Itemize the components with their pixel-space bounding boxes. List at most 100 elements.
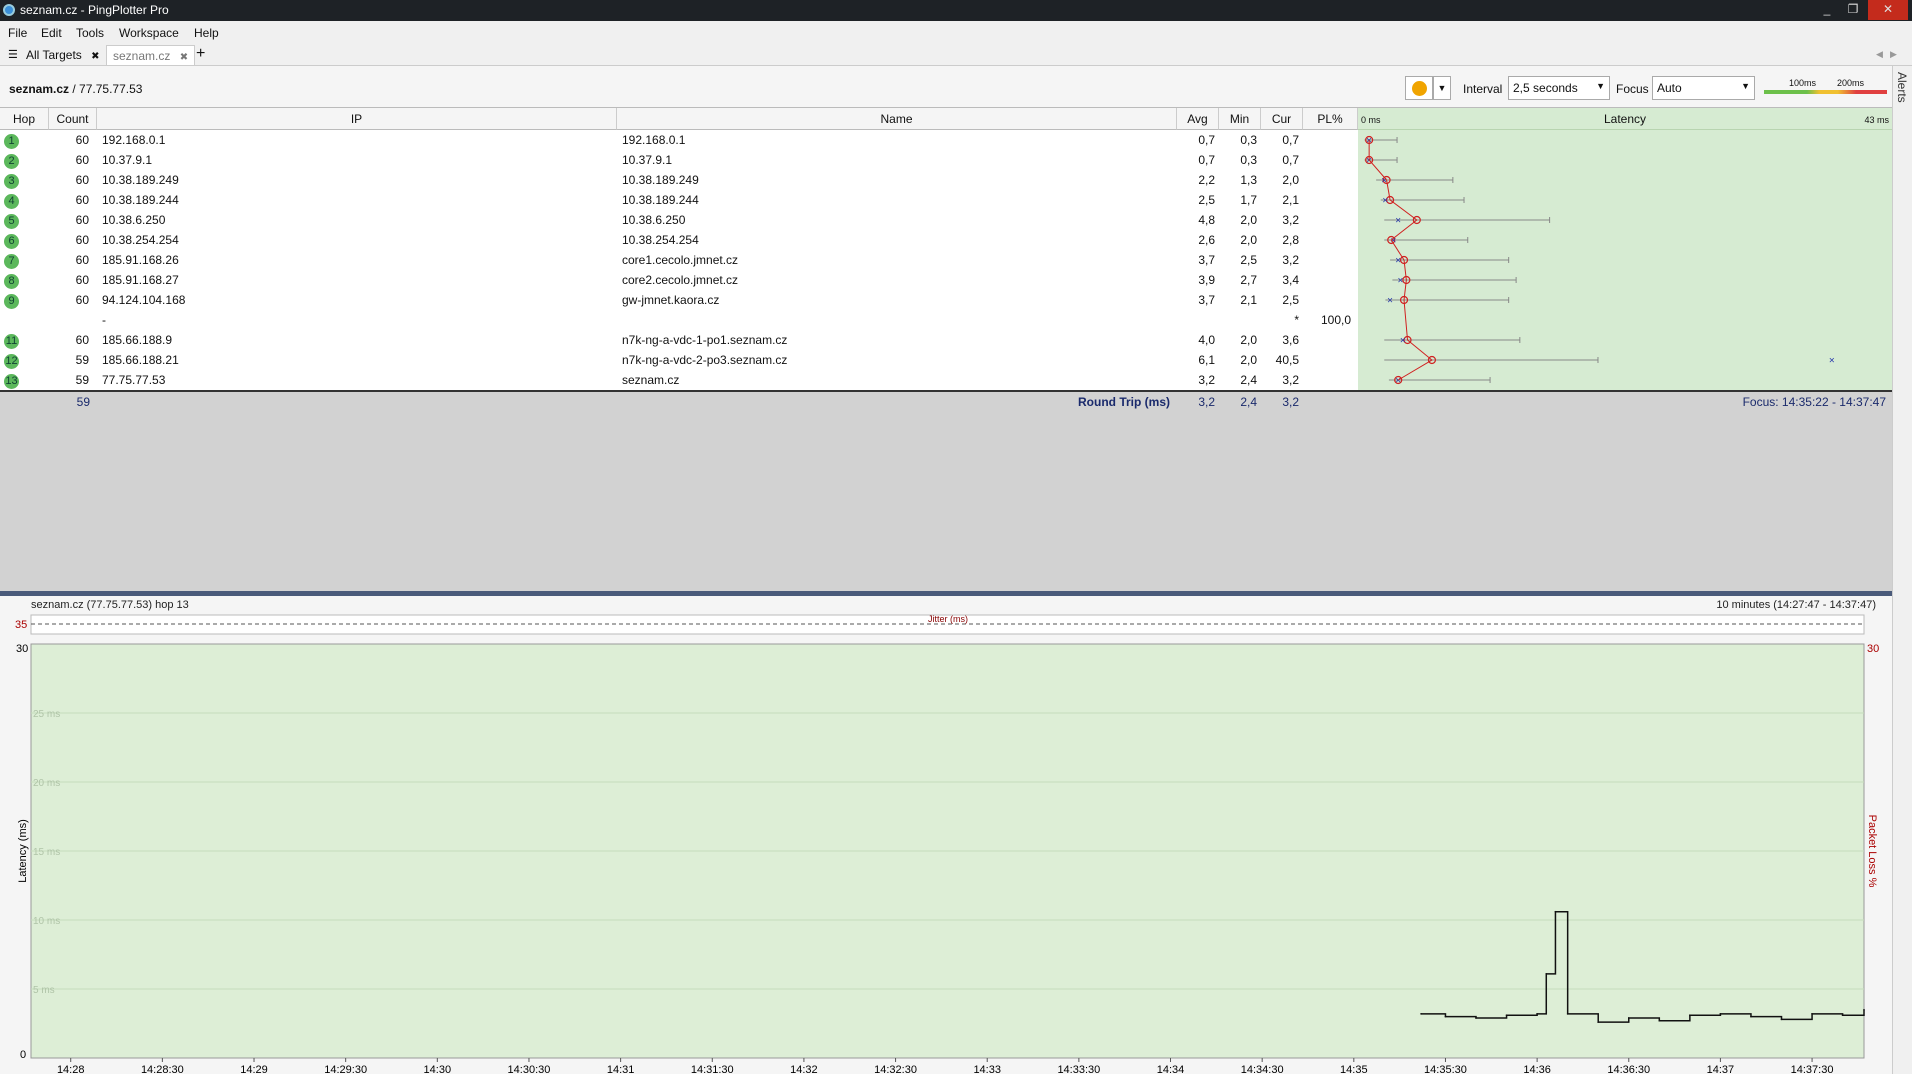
menu-help[interactable]: Help (194, 26, 219, 40)
menu-bar: File Edit Tools Workspace Help (0, 21, 1912, 43)
latency-point (1566, 1013, 1569, 1015)
col-count[interactable]: Count (49, 108, 97, 130)
cell-avg: 2,5 (1198, 193, 1215, 207)
jitter-max-label: 35 (15, 619, 27, 631)
cur-marker: × (1387, 296, 1393, 307)
tab-seznam[interactable]: seznam.cz ✖ (106, 45, 196, 65)
scale-bar (1764, 90, 1887, 94)
hop-row[interactable]: 4 60 10.38.189.244 10.38.189.244 2,5 1,7 2,1 (0, 190, 1358, 210)
focus-value: Auto (1657, 81, 1682, 95)
cell-pl (1303, 130, 1351, 150)
cell-avg: 2,6 (1198, 233, 1215, 247)
menu-workspace[interactable]: Workspace (119, 26, 179, 40)
menu-edit[interactable]: Edit (41, 26, 62, 40)
summary-avg: 3,2 (1198, 395, 1215, 409)
hop-row[interactable]: 1 60 192.168.0.1 192.168.0.1 0,7 0,3 0,7 (0, 130, 1358, 150)
col-ip[interactable]: IP (97, 108, 617, 130)
alerts-sidebar[interactable]: Alerts (1892, 66, 1912, 1074)
target-name: seznam.cz (9, 82, 70, 96)
hop-row[interactable]: 12 59 185.66.188.21 n7k-ng-a-vdc-2-po3.sezn… (0, 350, 1358, 370)
y-max-label: 30 (16, 643, 28, 655)
add-tab-button[interactable]: + (196, 45, 205, 63)
interval-select[interactable]: 2,5 seconds ▼ (1508, 76, 1610, 100)
col-hop[interactable]: Hop (0, 108, 49, 130)
x-tick-label: 14:33:30 (1057, 1064, 1100, 1074)
hop-row[interactable]: 2 60 10.37.9.1 10.37.9.1 0,7 0,3 0,7 (0, 150, 1358, 170)
cell-name (622, 310, 1162, 330)
hop-row[interactable]: 9 60 94.124.104.168 gw-jmnet.kaora.cz 3,7 2,1… (0, 290, 1358, 310)
col-pl[interactable]: PL% (1303, 108, 1358, 130)
col-cur[interactable]: Cur (1261, 108, 1303, 130)
x-tick-label: 14:33 (973, 1064, 1001, 1074)
grid-label: 10 ms (33, 916, 60, 927)
cell-count: 60 (75, 253, 89, 267)
cell-name: n7k-ng-a-vdc-2-po3.seznam.cz (622, 353, 788, 367)
grid-label: 15 ms (33, 847, 60, 858)
minimize-button[interactable]: _ (1814, 0, 1840, 20)
hop-number: 5 (4, 210, 44, 230)
hop-number: 2 (4, 150, 44, 170)
latency-point (1841, 1014, 1844, 1017)
timeline-graph-panel: seznam.cz (77.75.77.53) hop 13 10 minute… (0, 596, 1892, 1074)
scroll-right-icon[interactable]: ▶ (1890, 49, 1897, 60)
menu-file[interactable]: File (8, 26, 27, 40)
col-min[interactable]: Min (1219, 108, 1261, 130)
pause-button[interactable] (1405, 76, 1433, 100)
hop-row[interactable]: 13 59 77.75.77.53 seznam.cz 3,2 2,4 3,2 (0, 370, 1358, 390)
focus-range: Focus: 14:35:22 - 14:37:47 (1742, 395, 1886, 409)
hop-row[interactable]: 3 60 10.38.189.249 10.38.189.249 2,2 1,3 2,0 (0, 170, 1358, 190)
cell-avg (1177, 310, 1215, 330)
hop-number: 1 (4, 130, 44, 150)
cell-name: 10.37.9.1 (622, 153, 673, 167)
latency-point (1863, 1008, 1865, 1011)
cell-cur: 3,6 (1282, 333, 1299, 347)
col-name[interactable]: Name (617, 108, 1177, 130)
hop-badge: 4 (4, 194, 19, 209)
hop-row[interactable]: - * 100,0 (0, 310, 1358, 330)
summary-count: 59 (76, 395, 90, 409)
cell-pl (1303, 190, 1351, 210)
cell-count: 60 (75, 133, 89, 147)
cell-pl (1303, 330, 1351, 350)
close-tab-icon[interactable]: ✖ (91, 51, 99, 62)
y-axis-label: Latency (ms) (17, 819, 29, 883)
x-tick-label: 14:28 (57, 1064, 85, 1074)
x-tick-label: 14:32 (790, 1064, 818, 1074)
cell-avg: 3,2 (1198, 373, 1215, 387)
jitter-label: Jitter (ms) (928, 614, 968, 624)
hop-badge: 2 (4, 154, 19, 169)
hop-row[interactable]: 5 60 10.38.6.250 10.38.6.250 4,8 2,0 3,2 (0, 210, 1358, 230)
cell-count: 59 (75, 353, 89, 367)
x-tick-label: 14:29:30 (324, 1064, 367, 1074)
cur-marker: × (1395, 376, 1401, 387)
hop-row[interactable]: 7 60 185.91.168.26 core1.cecolo.jmnet.cz 3,7… (0, 250, 1358, 270)
cell-ip: 185.91.168.26 (102, 253, 179, 267)
scroll-left-icon[interactable]: ◀ (1876, 49, 1883, 60)
menu-tools[interactable]: Tools (76, 26, 104, 40)
cur-marker: × (1395, 256, 1401, 267)
close-button[interactable]: ✕ (1868, 0, 1908, 20)
cell-count: 60 (75, 333, 89, 347)
cell-cur: * (1294, 313, 1299, 327)
cell-min: 2,0 (1240, 333, 1257, 347)
hop-row[interactable]: 8 60 185.91.168.27 core2.cecolo.jmnet.cz 3,9… (0, 270, 1358, 290)
latency-scale-legend: 100ms 200ms (1764, 78, 1887, 98)
hop-badge: 9 (4, 294, 19, 309)
cell-name: core2.cecolo.jmnet.cz (622, 273, 739, 287)
x-tick-label: 14:32:30 (874, 1064, 917, 1074)
cell-ip: - (102, 313, 106, 327)
hop-row[interactable]: 6 60 10.38.254.254 10.38.254.254 2,6 2,0 2,8 (0, 230, 1358, 250)
hop-badge: 11 (4, 334, 19, 349)
tab-all-targets[interactable]: All Targets ✖ (20, 45, 106, 65)
cell-min: 2,4 (1240, 373, 1257, 387)
focus-select[interactable]: Auto ▼ (1652, 76, 1755, 100)
close-tab-icon[interactable]: ✖ (180, 52, 188, 63)
cell-avg: 4,8 (1198, 213, 1215, 227)
hop-row[interactable]: 11 60 185.66.188.9 n7k-ng-a-vdc-1-po1.sezna… (0, 330, 1358, 350)
x-tick-label: 14:36 (1523, 1064, 1551, 1074)
hamburger-icon[interactable]: ☰ (8, 48, 18, 61)
maximize-button[interactable]: ❐ (1840, 0, 1866, 20)
cell-ip: 10.37.9.1 (102, 153, 153, 167)
col-avg[interactable]: Avg (1177, 108, 1219, 130)
pause-dropdown-icon[interactable]: ▼ (1433, 76, 1451, 100)
